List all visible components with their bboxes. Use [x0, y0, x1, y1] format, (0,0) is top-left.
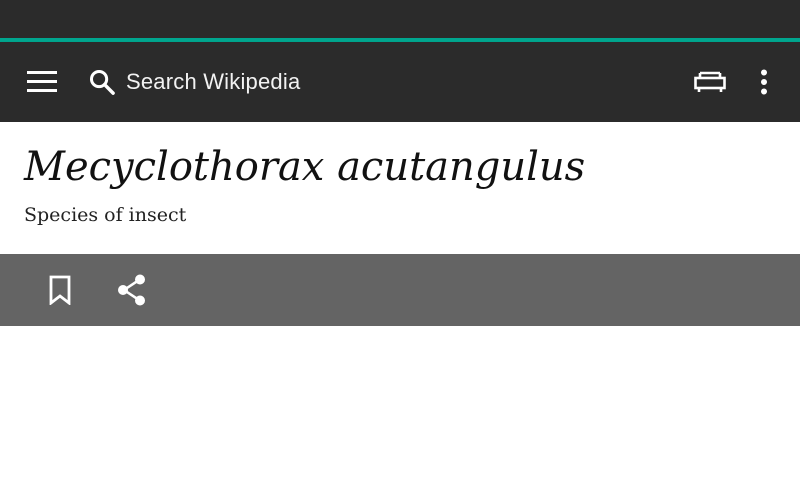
article-content: [0, 326, 800, 480]
search-placeholder: Search Wikipedia: [126, 69, 301, 94]
share-button[interactable]: [108, 266, 156, 314]
overflow-menu-button[interactable]: [744, 58, 784, 106]
article-action-bar: [0, 254, 800, 326]
reading-lists-button[interactable]: [686, 58, 734, 106]
article-description: Species of insect: [24, 204, 187, 226]
search-bar[interactable]: Search Wikipedia: [84, 60, 504, 104]
article-header: Mecyclothorax acutangulus Species of ins…: [0, 122, 800, 254]
search-icon-container: [84, 60, 120, 104]
save-bookmark-button[interactable]: [36, 266, 84, 314]
reading-lists-icon: [694, 71, 726, 92]
search-icon: [89, 69, 115, 95]
hamburger-menu-icon: [27, 71, 57, 92]
status-bar: [0, 0, 800, 38]
article-title: Mecyclothorax acutangulus: [24, 144, 586, 190]
menu-button[interactable]: [18, 60, 66, 104]
more-vert-icon: [761, 69, 767, 95]
bookmark-icon: [49, 275, 71, 305]
top-toolbar: Search Wikipedia: [0, 42, 800, 122]
share-icon: [118, 274, 145, 306]
